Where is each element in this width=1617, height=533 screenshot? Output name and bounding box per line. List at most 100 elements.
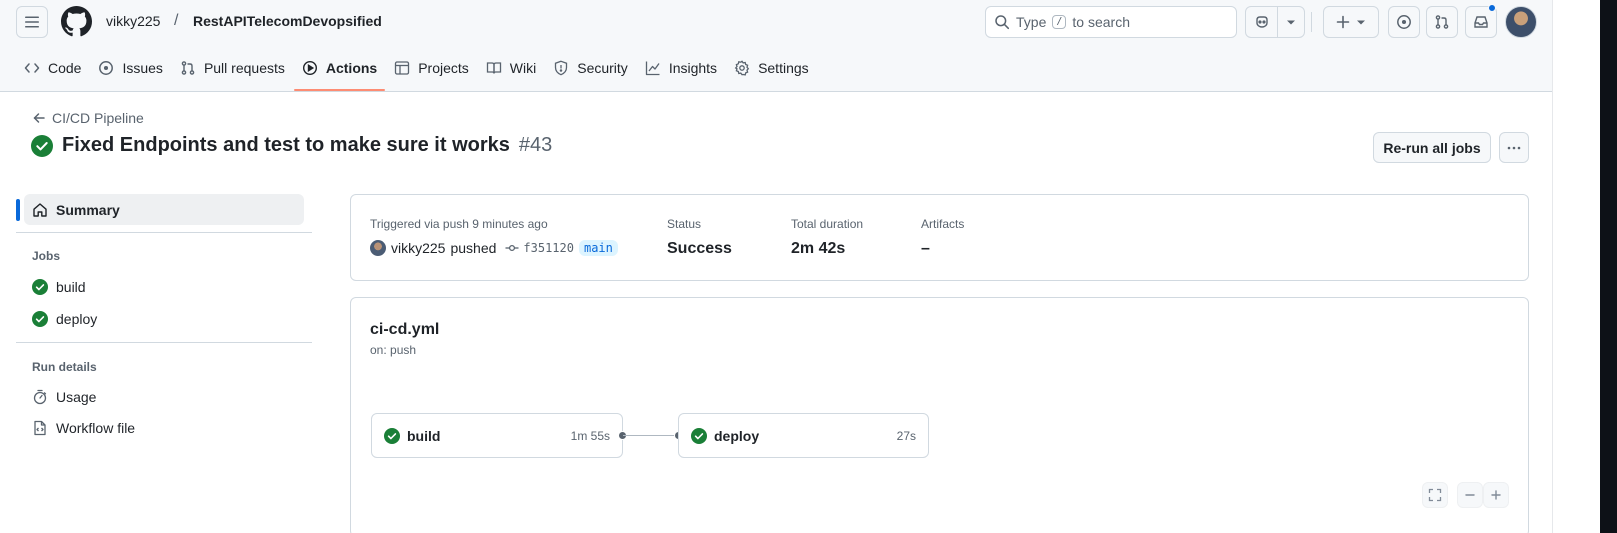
commit-link[interactable]: f351120	[505, 241, 574, 255]
chevron-down-icon	[1287, 20, 1296, 25]
breadcrumb-separator: /	[174, 12, 179, 29]
sidebar-heading-run-details: Run details	[32, 360, 97, 374]
pull-request-icon	[1435, 15, 1449, 29]
tab-label: Wiki	[509, 60, 537, 76]
fullscreen-button[interactable]	[1422, 482, 1448, 508]
plus-icon	[1491, 490, 1501, 500]
github-logo-icon[interactable]	[61, 6, 92, 37]
tab-actions[interactable]: Actions	[293, 48, 386, 91]
create-new-button[interactable]	[1323, 6, 1379, 38]
inbox-icon	[1474, 16, 1488, 28]
issues-button[interactable]	[1388, 6, 1420, 38]
job-duration: 1m 55s	[570, 428, 610, 443]
sidebar-item-build[interactable]: build	[32, 279, 86, 295]
duration-label: Total duration	[791, 217, 864, 231]
sidebar-item-label: deploy	[56, 311, 98, 327]
workflow-graph-card: ci-cd.yml on: push build 1m 55s deploy 2…	[350, 297, 1529, 533]
file-icon	[34, 420, 46, 436]
zoom-out-button[interactable]	[1457, 482, 1483, 508]
tab-pull-requests[interactable]: Pull requests	[172, 48, 293, 88]
global-header: vikky225 / RestAPITelecomDevopsified Typ…	[0, 0, 1600, 92]
artifacts-label: Artifacts	[921, 217, 965, 231]
job-node-build[interactable]: build 1m 55s	[371, 413, 623, 458]
commit-sha: f351120	[523, 241, 574, 255]
issue-icon	[1397, 15, 1411, 29]
user-avatar[interactable]	[1505, 6, 1537, 38]
table-icon	[395, 61, 410, 75]
tab-label: Code	[48, 60, 82, 76]
sidebar-item-summary[interactable]: Summary	[16, 194, 304, 225]
kebab-horizontal-icon	[1507, 146, 1521, 149]
chevron-down-icon	[1357, 20, 1365, 25]
search-placeholder-suffix: to search	[1072, 14, 1130, 30]
tab-label: Settings	[758, 60, 809, 76]
tab-settings[interactable]: Settings	[726, 48, 817, 88]
job-duration: 27s	[896, 428, 916, 443]
git-commit-icon	[505, 244, 519, 252]
tab-code[interactable]: Code	[16, 48, 89, 88]
tab-security[interactable]: Security	[545, 48, 636, 88]
pull-requests-button[interactable]	[1426, 6, 1458, 38]
gear-icon	[734, 60, 750, 76]
trigger-action: pushed	[450, 240, 497, 256]
zoom-in-button[interactable]	[1483, 482, 1509, 508]
check-circle-fill-icon	[32, 311, 48, 327]
check-circle-fill-icon	[31, 134, 53, 157]
workflow-file-name[interactable]: ci-cd.yml	[370, 321, 439, 339]
workflow-trigger: on: push	[370, 343, 417, 357]
sidebar-item-workflow-file[interactable]: Workflow file	[32, 420, 135, 436]
play-icon	[302, 60, 317, 76]
tab-label: Security	[577, 60, 628, 76]
job-name: deploy	[714, 427, 760, 444]
tab-issues[interactable]: Issues	[90, 48, 170, 88]
branch-badge[interactable]: main	[578, 240, 618, 256]
stopwatch-icon	[33, 389, 47, 405]
actor-name[interactable]: vikky225	[391, 240, 445, 256]
run-summary-card: Triggered via push 9 minutes ago vikky22…	[350, 194, 1529, 281]
sidebar-item-usage[interactable]: Usage	[32, 389, 96, 405]
menu-button[interactable]	[16, 6, 48, 38]
repo-tabs: Code Issues Pull requests Actions Projec…	[16, 48, 818, 92]
search-input[interactable]: Type / to search	[985, 6, 1237, 38]
header-divider	[1311, 12, 1312, 32]
tab-projects[interactable]: Projects	[386, 48, 477, 88]
trigger-text: Triggered via push 9 minutes ago	[370, 217, 548, 231]
home-icon	[33, 202, 47, 217]
more-options-button[interactable]	[1499, 132, 1529, 163]
back-link-label: CI/CD Pipeline	[52, 110, 144, 126]
sidebar-item-deploy[interactable]: deploy	[32, 311, 97, 327]
sidebar-item-label: Usage	[56, 389, 97, 405]
search-shortcut-key: /	[1052, 15, 1067, 29]
status-label: Status	[667, 217, 702, 231]
run-title: Fixed Endpoints and test to make sure it…	[62, 134, 510, 156]
breadcrumb-repo[interactable]: RestAPITelecomDevopsified	[193, 13, 382, 29]
check-circle-fill-icon	[384, 427, 400, 444]
search-icon	[995, 15, 1010, 30]
artifacts-value: –	[921, 240, 930, 257]
status-value: Success	[667, 240, 732, 257]
plus-icon	[1336, 15, 1350, 29]
tab-label: Insights	[668, 60, 718, 76]
tab-insights[interactable]: Insights	[637, 48, 725, 88]
trigger-details: vikky225 pushed f351120 main	[370, 240, 618, 256]
shield-icon	[555, 60, 568, 76]
tab-label: Issues	[122, 60, 163, 76]
graph-icon	[645, 61, 660, 76]
job-node-deploy[interactable]: deploy 27s	[678, 413, 929, 458]
tab-wiki[interactable]: Wiki	[478, 48, 544, 88]
rerun-all-jobs-button[interactable]: Re-run all jobs	[1373, 132, 1491, 163]
screen-full-icon	[1428, 488, 1442, 502]
copilot-button[interactable]	[1245, 6, 1305, 38]
back-to-workflow-link[interactable]: CI/CD Pipeline	[32, 110, 144, 126]
job-name: build	[407, 427, 441, 444]
breadcrumb-owner[interactable]: vikky225	[106, 13, 160, 29]
tab-label: Pull requests	[203, 60, 285, 76]
check-circle-fill-icon	[691, 427, 707, 444]
copilot-icon	[1256, 16, 1268, 28]
actor-avatar	[370, 240, 386, 256]
pull-request-icon	[181, 61, 195, 75]
page-title: Fixed Endpoints and test to make sure it…	[31, 134, 552, 157]
sidebar-item-label: build	[56, 279, 86, 295]
code-icon	[24, 63, 40, 73]
sidebar-divider	[16, 232, 312, 233]
